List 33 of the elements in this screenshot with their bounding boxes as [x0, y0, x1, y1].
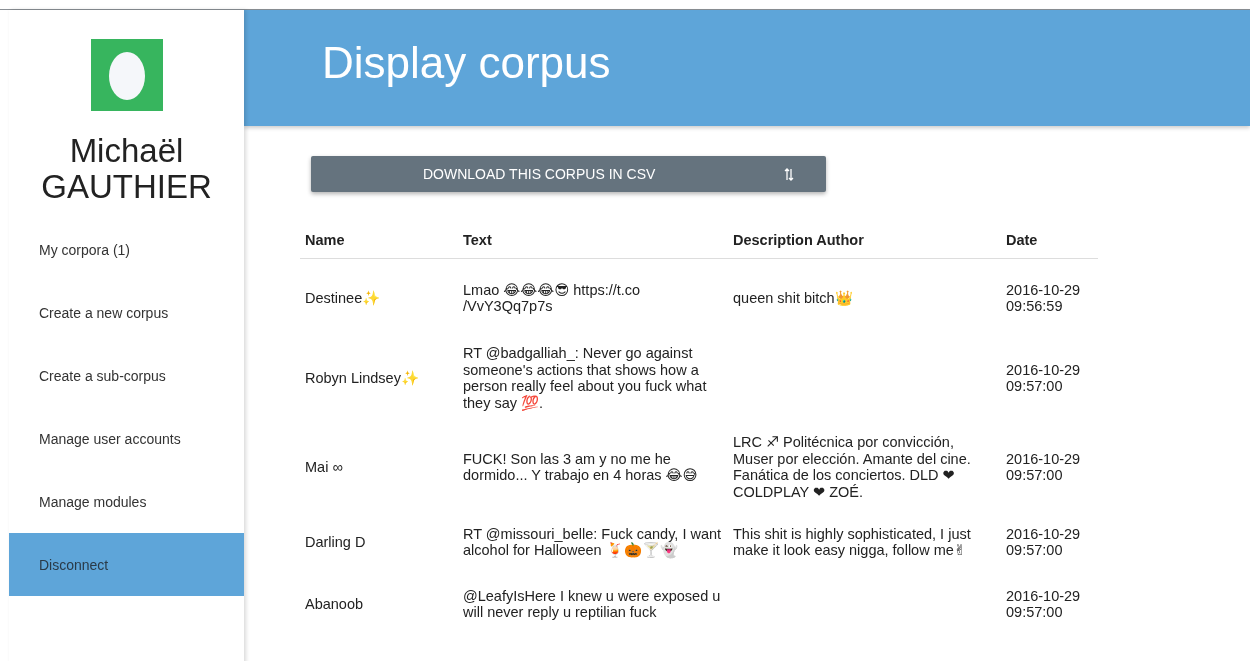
table-cell-text: 2016-10-29 09:57:00 [1005, 449, 1082, 485]
nav-item[interactable]: My corpora (1) [9, 218, 244, 281]
table-cell: 2016-10-29 09:56:59 [1001, 258, 1098, 333]
column-header: Date [1001, 222, 1098, 259]
table-cell-text: Robyn Lindsey✨ [304, 368, 420, 388]
table-cell-text: @LeafyIsHere I knew u were exposed u will never reply u reptilian fuck [462, 586, 722, 622]
table-cell-text: 2016-10-29 09:57:00 [1005, 586, 1082, 622]
column-header: Description Author [728, 222, 1001, 259]
table-cell-text: 2016-10-29 09:57:00 [1005, 360, 1082, 396]
column-header: Text [458, 222, 728, 259]
download-button[interactable]: DOWNLOAD THIS CORPUS IN CSV [311, 156, 826, 192]
avatar-egg-icon [90, 39, 163, 111]
nav-item[interactable]: Manage user accounts [9, 407, 244, 470]
user-name: Michaël GAUTHIER [41, 133, 212, 205]
table-cell-text: Abanoob [304, 594, 365, 614]
table-cell-text: Darling D [304, 532, 367, 552]
nav-item[interactable]: Create a new corpus [9, 281, 244, 344]
table-cell-text: LRC ♐ Politécnica por convicción, Muser por elección. Amante del cine. Fanática de los conciertos. DLD ❤ COLDPLAY ❤ ZOÉ. [732, 433, 972, 502]
table-cell-text: RT @badgalliah_: Never go against someone's actions that shows how a person really feel about you fuck what they say 💯. [462, 344, 708, 413]
nav-item[interactable]: Create a sub-corpus [9, 344, 244, 407]
table-cell-text: RT @missouri_belle: Fuck candy, I want alcohol for Halloween 🍹🎃🍸👻 [462, 524, 723, 560]
nav-item[interactable]: Disconnect [9, 533, 244, 596]
table-cell-text: 2016-10-29 09:57:00 [1005, 524, 1082, 560]
sort-arrows-icon [784, 167, 794, 181]
column-header: Name [300, 222, 458, 259]
table-cell: Lmao 😂😂😂😎 https://t.co /VvY3Qq7p7s [458, 258, 728, 333]
nav-item[interactable]: Manage modules [9, 470, 244, 533]
table-cell: Destinee✨ [300, 258, 458, 333]
table-cell-text: This shit is highly sophisticated, I just make it look easy nigga, follow me✌ [732, 524, 972, 560]
table-cell: queen shit bitch👑 [728, 258, 1001, 333]
page-title: Display corpus [322, 38, 611, 88]
table-cell-text: FUCK! Son las 3 am y no me he dormido... Y trabajo en 4 horas 😂😅 [462, 449, 699, 485]
table-cell-text: Mai ∞ [304, 457, 344, 477]
